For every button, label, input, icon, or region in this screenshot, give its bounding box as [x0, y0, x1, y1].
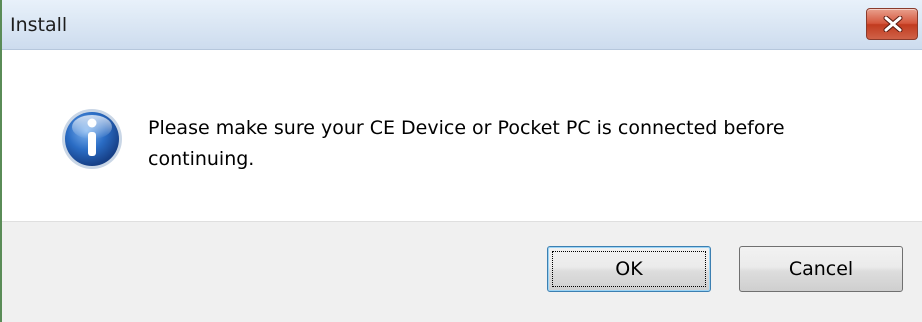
focus-ring	[552, 251, 706, 287]
info-icon	[62, 109, 122, 169]
button-bar: OK Cancel	[2, 221, 922, 322]
title-bar[interactable]: Install	[2, 0, 922, 50]
close-button[interactable]	[866, 8, 918, 40]
window-title: Install	[10, 14, 68, 36]
install-dialog: Install Please make sure your CE Device …	[0, 0, 922, 322]
cancel-button[interactable]: Cancel	[739, 246, 903, 292]
ok-button[interactable]: OK	[547, 246, 711, 292]
cancel-button-label: Cancel	[788, 258, 854, 280]
message-text: Please make sure your CE Device or Pocke…	[148, 117, 785, 170]
dialog-content: Please make sure your CE Device or Pocke…	[2, 51, 922, 221]
close-x-icon	[883, 16, 903, 32]
